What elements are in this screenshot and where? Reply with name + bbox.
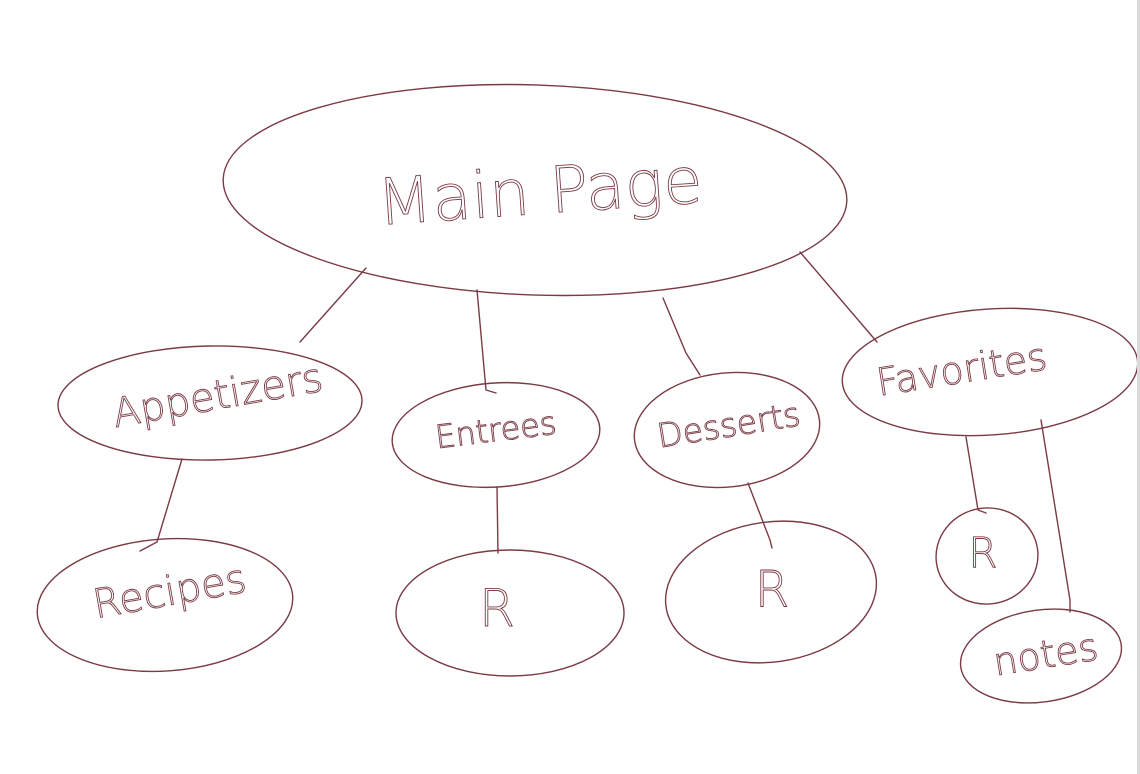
node-main-label: Main Page [375,144,705,241]
node-fav-label: Favorites [873,334,1049,404]
edge-fav-to-fav-r [965,436,987,514]
node-des-label: Desserts [654,394,802,455]
edge-fav-to-notes [1040,419,1071,613]
node-main: Main Page [222,83,848,297]
node-des-r-label: R [755,561,790,619]
edge-app-to-recipes [139,458,183,552]
edge-main-to-app [299,267,367,343]
node-notes-label: notes [990,625,1101,685]
node-fav-r-label: R [968,529,997,578]
edge-main-to-fav [799,251,878,343]
sketch-canvas: Main Page Appetizers Entrees Desserts Favori… [0,0,1140,774]
edge-des-to-des-r [747,482,773,549]
node-fav-r: R [935,507,1039,605]
edge-ent-to-ent-r [496,486,499,554]
node-recipes-label: Recipes [90,556,250,628]
nodes-layer: Main Page Appetizers Entrees Desserts Favori… [36,83,1139,704]
edge-main-to-ent [476,289,497,394]
node-des: Desserts [633,371,821,489]
node-ent-r: R [395,549,625,677]
node-ent-r-label: R [479,579,515,639]
node-notes: notes [959,608,1123,704]
node-ent-label: Entrees [433,404,558,457]
node-app: Appetizers [57,345,363,461]
node-fav: Favorites [841,307,1139,437]
node-app-label: Appetizers [109,355,326,437]
edge-main-to-des [662,297,701,376]
edges-layer [139,251,1071,613]
node-des-r: R [664,520,878,664]
sitemap-diagram: Main Page Appetizers Entrees Desserts Favori… [36,83,1139,704]
node-recipes: Recipes [36,537,294,673]
